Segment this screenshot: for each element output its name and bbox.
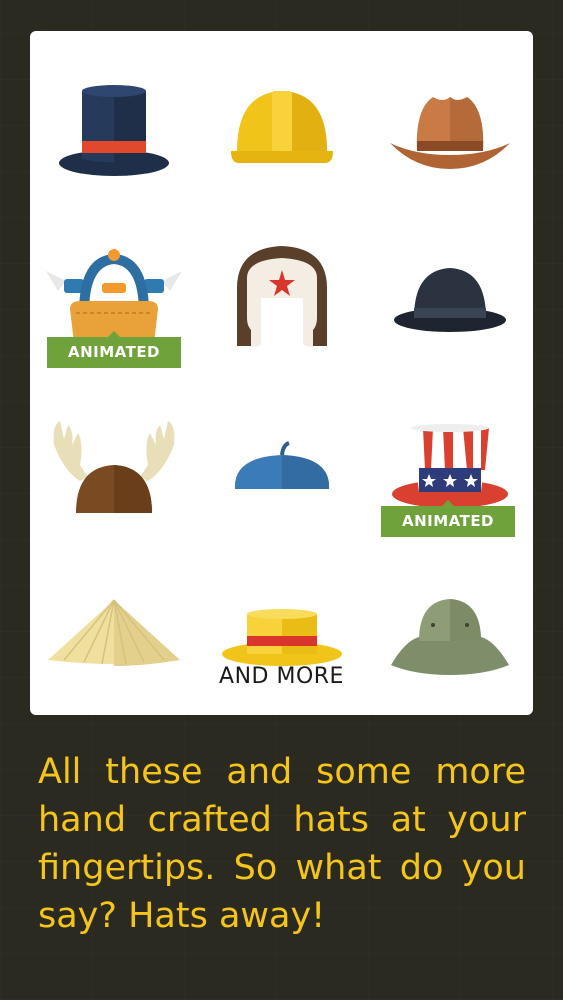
beret-item[interactable] (198, 385, 365, 555)
conical-hat-item[interactable] (30, 551, 197, 721)
hat-grid: ANIMATED ANIMATED (30, 31, 533, 675)
hat-gallery-card: ANIMATED ANIMATED AND MORE (30, 31, 533, 715)
cowboy-hat-item[interactable] (366, 41, 533, 211)
ushanka-item[interactable] (198, 213, 365, 383)
cowboy-hat-icon (389, 97, 510, 169)
animated-badge: ANIMATED (47, 331, 181, 368)
bowler-hat-item[interactable] (366, 213, 533, 383)
bucket-hat-item[interactable] (366, 551, 533, 721)
bowler-hat-icon (393, 268, 506, 332)
top-hat-icon (58, 85, 169, 176)
hard-hat-item[interactable] (198, 41, 365, 211)
boater-hat-item[interactable] (198, 551, 365, 721)
and-more-label: AND MORE (219, 664, 344, 689)
moose-antlers-icon (53, 421, 174, 513)
beret-icon (234, 441, 329, 489)
hard-hat-icon (230, 91, 333, 163)
caption-text: All these and some more hand crafted hat… (38, 752, 526, 936)
top-hat-item[interactable] (30, 41, 197, 211)
ushanka-icon (236, 246, 327, 347)
animated-badge: ANIMATED (381, 500, 515, 537)
moose-antlers-item[interactable] (30, 385, 197, 555)
